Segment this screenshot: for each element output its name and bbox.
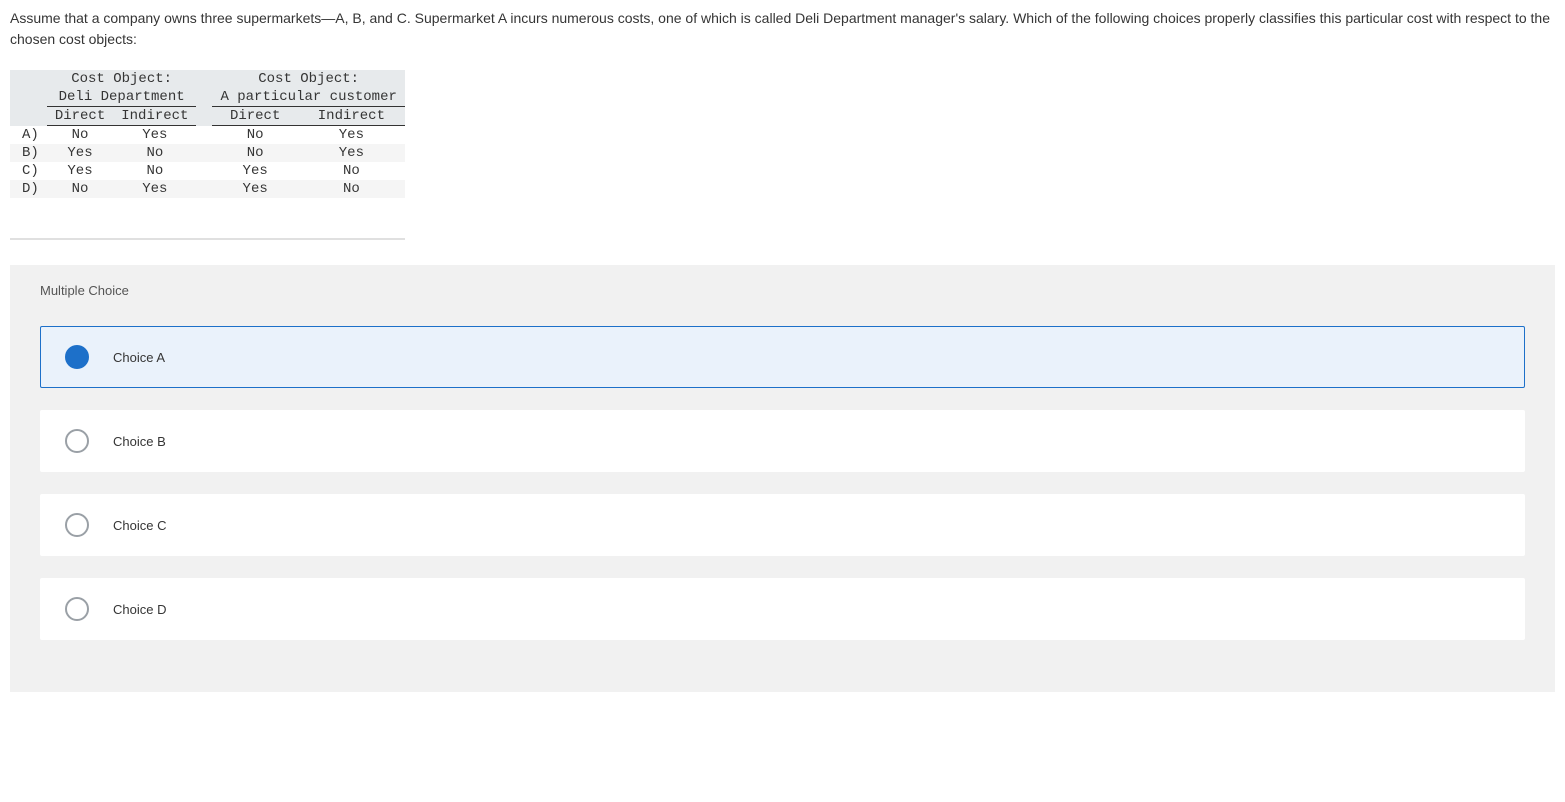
row-label: D) <box>10 180 47 198</box>
cell: No <box>47 180 113 198</box>
col1-title-line1: Cost Object: <box>47 70 197 88</box>
cell: Yes <box>212 180 297 198</box>
col1-direct-header: Direct <box>47 107 113 126</box>
cell: No <box>298 162 405 180</box>
col2-direct-header: Direct <box>212 107 297 126</box>
choice-label: Choice A <box>113 350 165 365</box>
multiple-choice-heading: Multiple Choice <box>40 283 1525 298</box>
row-label: A) <box>10 126 47 145</box>
choice-b[interactable]: Choice B <box>40 410 1525 472</box>
col1-indirect-header: Indirect <box>113 107 196 126</box>
choice-c[interactable]: Choice C <box>40 494 1525 556</box>
cell: Yes <box>212 162 297 180</box>
cell: No <box>47 126 113 145</box>
table-row: C) Yes No Yes No <box>10 162 405 180</box>
table-row: A) No Yes No Yes <box>10 126 405 145</box>
classification-table: Cost Object: Cost Object: Deli Departmen… <box>10 70 405 198</box>
choice-label: Choice C <box>113 518 166 533</box>
col2-title-line2: A particular customer <box>212 88 404 107</box>
choice-label: Choice D <box>113 602 166 617</box>
cell: Yes <box>298 126 405 145</box>
col1-title-line2: Deli Department <box>47 88 197 107</box>
table-row: B) Yes No No Yes <box>10 144 405 162</box>
cell: Yes <box>47 144 113 162</box>
row-label: C) <box>10 162 47 180</box>
choice-a[interactable]: Choice A <box>40 326 1525 388</box>
table-row: D) No Yes Yes No <box>10 180 405 198</box>
radio-icon <box>65 345 89 369</box>
question-text: Assume that a company owns three superma… <box>10 8 1555 50</box>
cell: Yes <box>47 162 113 180</box>
cell: No <box>113 162 196 180</box>
cell: Yes <box>113 126 196 145</box>
col2-title-line1: Cost Object: <box>212 70 404 88</box>
cell: No <box>212 126 297 145</box>
radio-icon <box>65 513 89 537</box>
radio-icon <box>65 429 89 453</box>
classification-table-wrap: Cost Object: Cost Object: Deli Departmen… <box>10 70 405 240</box>
answer-area: Multiple Choice Choice A Choice B Choice… <box>10 265 1555 692</box>
col2-indirect-header: Indirect <box>298 107 405 126</box>
cell: Yes <box>113 180 196 198</box>
cell: No <box>113 144 196 162</box>
cell: Yes <box>298 144 405 162</box>
radio-icon <box>65 597 89 621</box>
cell: No <box>212 144 297 162</box>
row-label: B) <box>10 144 47 162</box>
cell: No <box>298 180 405 198</box>
choice-label: Choice B <box>113 434 166 449</box>
choice-d[interactable]: Choice D <box>40 578 1525 640</box>
